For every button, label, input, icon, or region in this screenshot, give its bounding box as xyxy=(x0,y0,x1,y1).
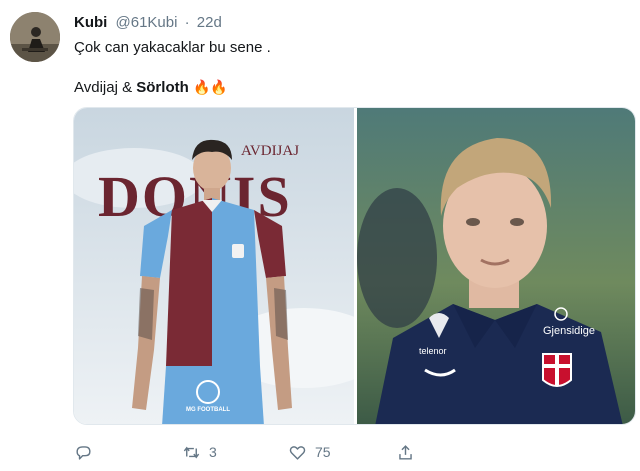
tweet-media[interactable]: AVDIJAJ DONIS MG FOOTBALL Gjensidige tel… xyxy=(73,107,636,425)
tweet[interactable]: Kubi @61Kubi · 22d Çok can yakacaklar bu… xyxy=(0,0,640,471)
reply-icon xyxy=(76,445,91,460)
reply-button[interactable] xyxy=(74,440,93,464)
retweet-icon xyxy=(183,446,200,458)
tweet-actions: 3 75 xyxy=(74,440,634,464)
left-watermark: MG FOOTBALL xyxy=(186,407,230,413)
tweet-header: Kubi @61Kubi · 22d xyxy=(74,14,222,31)
separator-dot: · xyxy=(184,14,190,31)
right-sponsor-text: telenor xyxy=(419,346,447,356)
tweet-text-line1: Çok can yakacaklar bu sene . xyxy=(74,39,271,56)
tweet-timestamp[interactable]: 22d xyxy=(197,14,222,31)
media-image-right[interactable]: Gjensidige telenor xyxy=(357,108,635,424)
right-brand-text: Gjensidige xyxy=(543,325,595,337)
heart-icon xyxy=(289,445,306,460)
left-caption-small: AVDIJAJ xyxy=(241,143,299,159)
retweet-button[interactable]: 3 xyxy=(182,440,217,464)
media-image-left[interactable]: AVDIJAJ DONIS MG FOOTBALL xyxy=(74,108,354,424)
author-name[interactable]: Kubi xyxy=(74,14,107,31)
tweet-text-line2: Avdijaj & Sörloth 🔥🔥 xyxy=(74,79,228,96)
tweet-text-bold: Sörloth xyxy=(136,79,189,96)
fire-emoji: 🔥🔥 xyxy=(192,79,228,95)
retweet-count: 3 xyxy=(209,444,217,460)
avatar[interactable] xyxy=(10,12,60,62)
share-button[interactable] xyxy=(396,440,415,464)
author-handle[interactable]: @61Kubi xyxy=(116,14,178,31)
like-count: 75 xyxy=(315,444,331,460)
like-button[interactable]: 75 xyxy=(288,440,331,464)
share-icon xyxy=(399,444,412,460)
tweet-text-prefix: Avdijaj & xyxy=(74,79,137,96)
